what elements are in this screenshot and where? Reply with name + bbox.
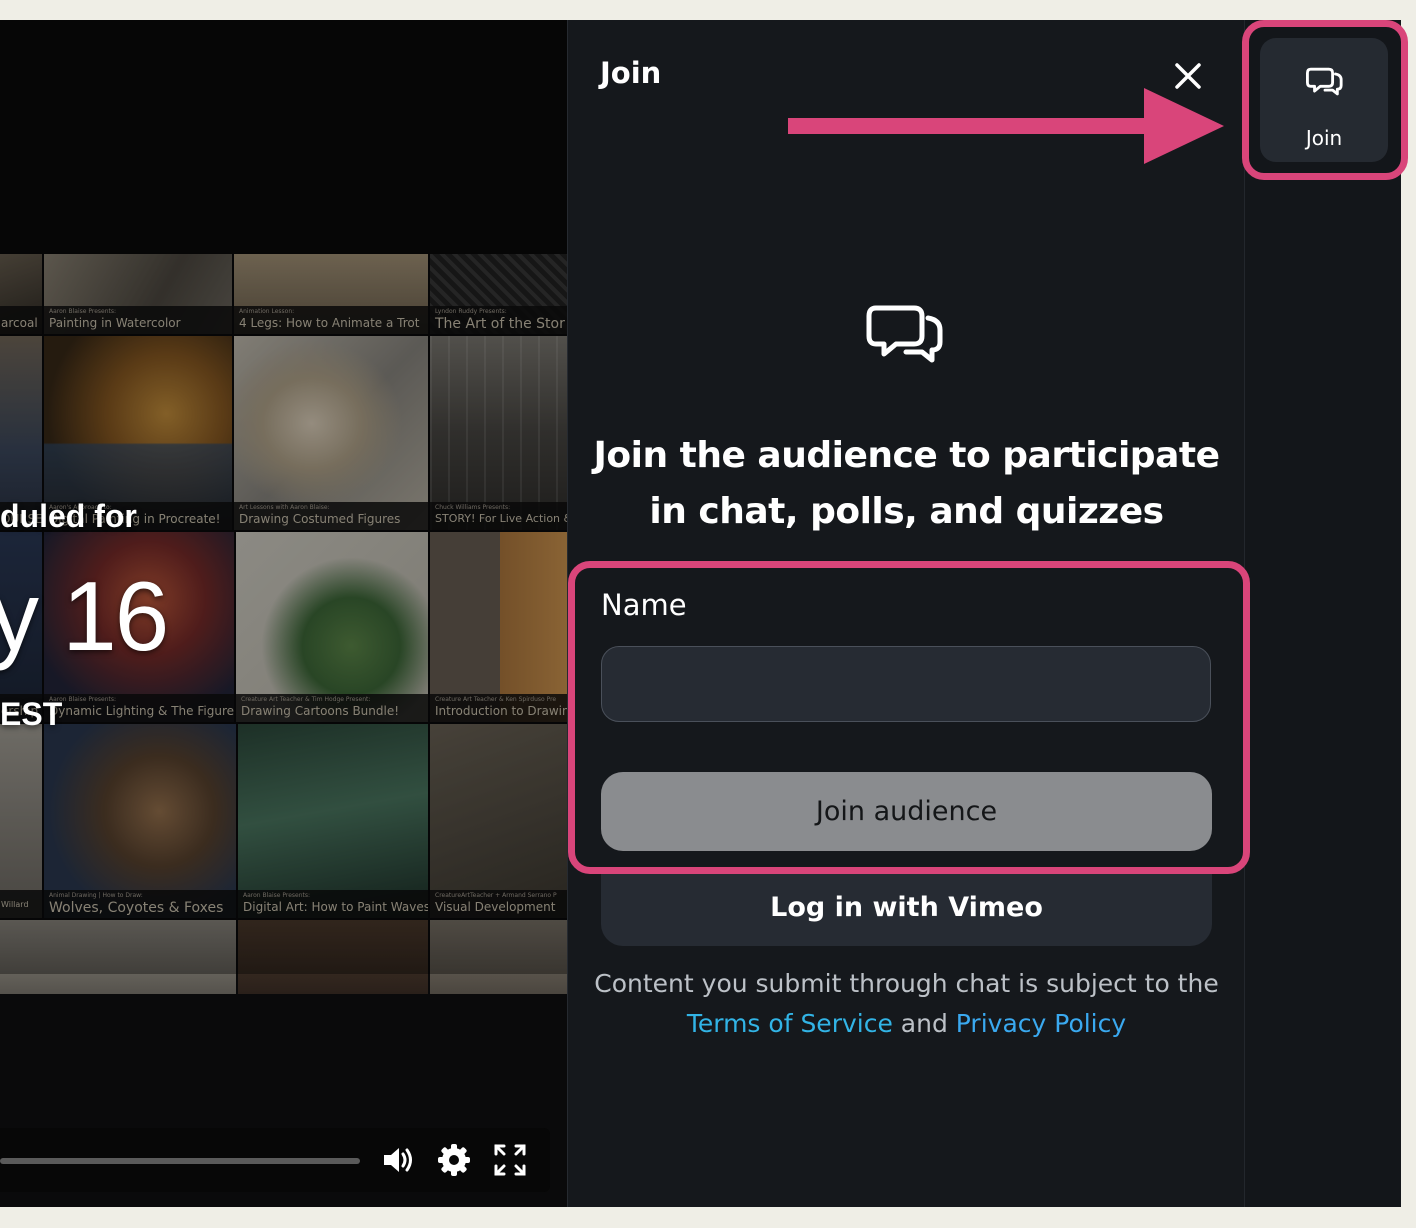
terms-of-service-link[interactable]: Terms of Service [687,1009,893,1038]
video-letterbox [0,20,567,254]
annotation-arrow [788,88,1224,164]
schedule-text: duled for [0,498,137,534]
join-panel: Join Join the audience to participate in… [567,20,1245,1207]
join-headline: Join the audience to participate in chat… [568,428,1245,540]
headline-line-1: Join the audience to participate [593,435,1221,476]
gear-icon[interactable] [436,1142,472,1178]
legal-text: Content you submit through chat is subje… [594,969,1219,998]
name-input[interactable] [601,646,1211,722]
privacy-policy-link[interactable]: Privacy Policy [956,1009,1126,1038]
chat-bubbles-icon [866,305,943,363]
player-controls [0,1128,550,1192]
headline-line-2: in chat, polls, and quizzes [649,491,1164,532]
volume-icon[interactable] [380,1142,416,1178]
name-label: Name [601,588,687,622]
join-audience-button[interactable]: Join audience [601,772,1212,851]
right-sidebar: Join [1244,20,1401,1207]
sidebar-join-button[interactable]: Join [1260,38,1388,162]
live-event-frame: arcoal Aaron Blaise Presents: Painting in… [0,20,1401,1207]
panel-title: Join [600,56,662,90]
schedule-timezone: EST [0,696,63,732]
sidebar-join-label: Join [1305,126,1343,150]
video-player[interactable]: arcoal Aaron Blaise Presents: Painting in… [0,20,567,1207]
schedule-date: y 16 [0,561,169,671]
progress-bar[interactable] [0,1158,360,1164]
chat-bubbles-icon [1306,67,1343,96]
legal-notice: Content you submit through chat is subje… [568,964,1245,1044]
login-vimeo-button[interactable]: Log in with Vimeo [601,868,1212,946]
legal-and: and [900,1009,948,1038]
fullscreen-icon[interactable] [492,1142,528,1178]
